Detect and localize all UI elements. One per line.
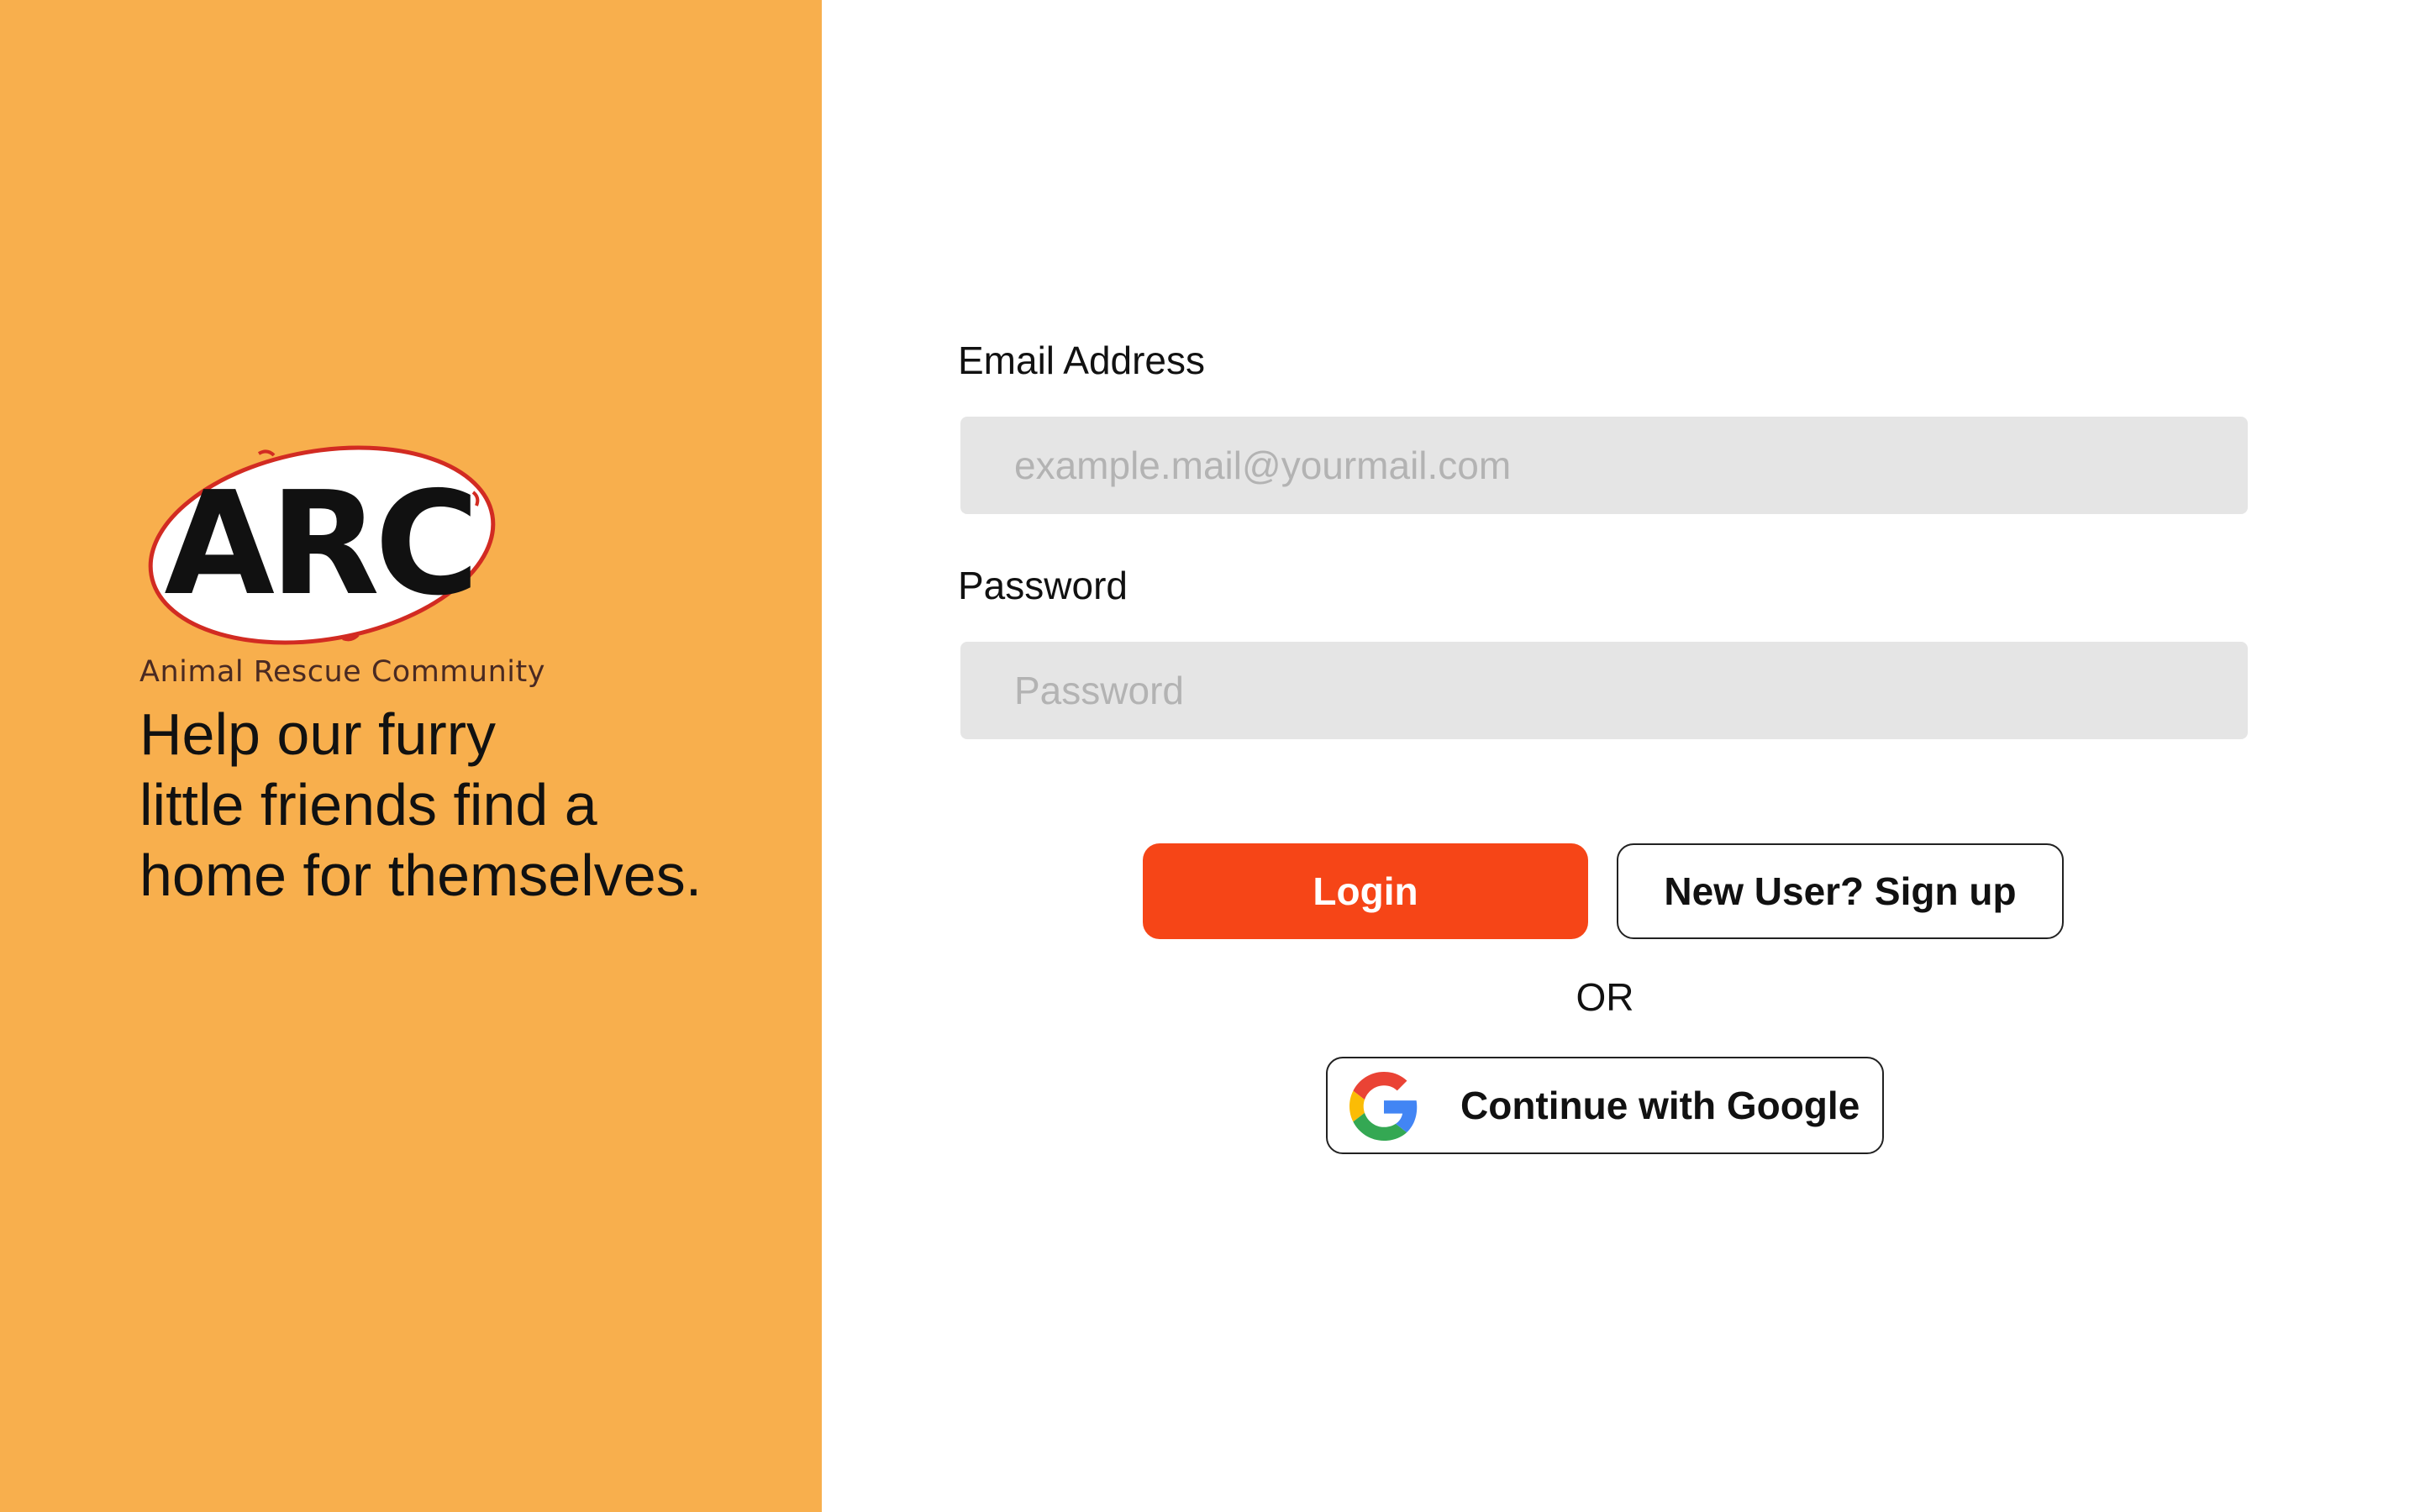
email-field[interactable] (960, 417, 2248, 514)
tagline-line: home for themselves. (139, 843, 702, 908)
google-icon (1349, 1072, 1418, 1141)
login-button[interactable]: Login (1143, 843, 1588, 939)
login-page: ARC Animal Rescue Community Help our fur… (0, 0, 2420, 1512)
tagline-line: little friends find a (139, 772, 597, 837)
brand-subtitle: Animal Rescue Community (139, 655, 545, 689)
password-field[interactable] (960, 642, 2248, 739)
google-button-label: Continue with Google (1460, 1084, 1860, 1127)
arc-logo: ARC (141, 442, 502, 648)
signup-button[interactable]: New User? Sign up (1617, 843, 2064, 939)
tagline: Help our furry little friends find a hom… (139, 699, 795, 911)
continue-with-google-button[interactable]: Continue with Google (1326, 1057, 1884, 1154)
or-divider-text: OR (1576, 975, 1634, 1019)
logo-text: ARC (164, 461, 474, 627)
brand-panel: ARC Animal Rescue Community Help our fur… (0, 0, 822, 1512)
password-label: Password (958, 564, 1128, 607)
tagline-line: Help our furry (139, 701, 497, 767)
email-label: Email Address (958, 339, 1206, 382)
